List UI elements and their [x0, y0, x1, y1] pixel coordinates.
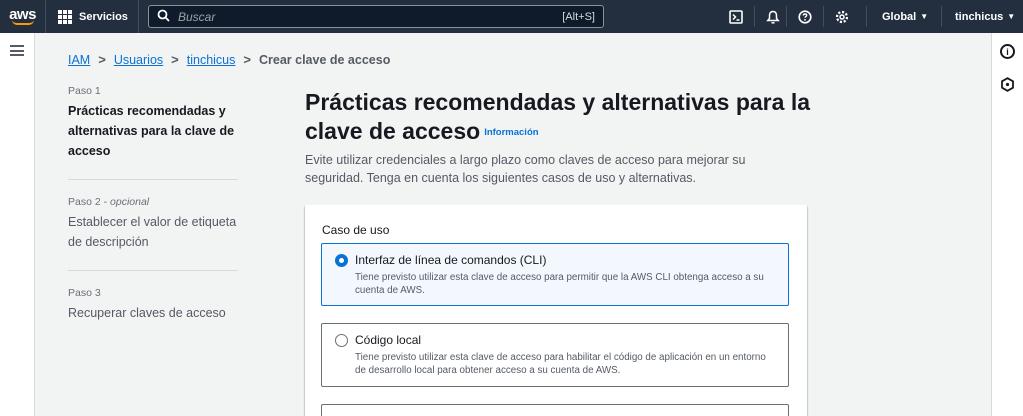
aws-logo-smile	[11, 20, 34, 25]
search-input[interactable]: Buscar [Alt+S]	[148, 5, 604, 28]
option-description: Tiene previsto utilizar esta clave de ac…	[355, 272, 764, 296]
step-title: Recuperar claves de acceso	[68, 306, 226, 320]
wizard-step-2[interactable]: Paso 2 - opcional Establecer el valor de…	[68, 196, 238, 252]
region-selector[interactable]: Global ▼	[882, 0, 928, 33]
nav-divider	[866, 6, 867, 27]
option-description: Tiene previsto utilizar esta clave de ac…	[355, 352, 766, 376]
page-description: Evite utilizar credenciales a largo plaz…	[305, 153, 746, 185]
aws-logo[interactable]: aws	[0, 0, 45, 33]
caret-down-icon: ▼	[920, 12, 929, 21]
radio-button-selected[interactable]	[335, 254, 348, 267]
caret-down-icon: ▼	[1007, 12, 1016, 21]
use-case-label: Caso de uso	[322, 223, 390, 237]
services-label: Servicios	[79, 10, 128, 23]
step-title: Prácticas recomendadas y alternativas pa…	[68, 104, 235, 158]
wizard-step-1: Paso 1 Prácticas recomendadas y alternat…	[68, 85, 238, 161]
step-optional-label: opcional	[110, 196, 150, 208]
info-panel-icon[interactable]: i	[1000, 44, 1015, 59]
use-case-option-local-code[interactable]: Código local Tiene previsto utilizar est…	[321, 323, 789, 387]
grid-icon	[58, 9, 72, 24]
search-placeholder: Buscar	[178, 9, 216, 24]
region-label: Global	[882, 10, 917, 23]
chevron-right-icon: >	[171, 52, 179, 67]
left-navigation-rail	[0, 33, 35, 416]
hexagon-icon[interactable]	[1000, 77, 1015, 92]
page-title: Prácticas recomendadas y alternativas pa…	[305, 88, 825, 147]
page-title-text: Prácticas recomendadas y alternativas pa…	[305, 89, 811, 144]
step-divider	[68, 270, 238, 271]
breadcrumb-link-users[interactable]: Usuarios	[114, 53, 163, 67]
step-label: Paso 2 - opcional	[68, 196, 150, 208]
help-icon[interactable]	[787, 0, 823, 33]
search-icon	[157, 9, 170, 25]
wizard-steps: Paso 1 Prácticas recomendadas y alternat…	[68, 85, 238, 323]
user-label: tinchicus	[955, 10, 1004, 23]
step-label: Paso 3	[68, 287, 101, 299]
breadcrumb-current: Crear clave de acceso	[258, 52, 391, 67]
nav-divider	[941, 6, 942, 27]
info-link[interactable]: Información	[484, 127, 538, 138]
radio-button[interactable]	[335, 334, 348, 347]
services-menu-button[interactable]: Servicios	[46, 0, 138, 33]
breadcrumb-link-user[interactable]: tinchicus	[187, 53, 236, 67]
breadcrumb-link-iam[interactable]: IAM	[68, 53, 90, 67]
chevron-right-icon: >	[98, 52, 106, 67]
use-case-container: Caso de uso Interfaz de línea de comando…	[305, 205, 807, 416]
chevron-right-icon: >	[243, 52, 251, 67]
step-title: Establecer el valor de etiqueta de descr…	[68, 215, 237, 249]
right-tools-rail: i	[991, 33, 1023, 416]
settings-icon[interactable]	[824, 0, 860, 33]
cloudshell-icon[interactable]	[718, 0, 754, 33]
step-label: Paso 1	[68, 85, 101, 97]
account-menu[interactable]: tinchicus ▼	[955, 0, 1015, 33]
use-case-option-cli[interactable]: Interfaz de línea de comandos (CLI) Tien…	[321, 243, 789, 306]
wizard-step-3[interactable]: Paso 3 Recuperar claves de acceso	[68, 287, 238, 323]
menu-icon[interactable]	[10, 45, 24, 56]
step-divider	[68, 179, 238, 180]
breadcrumb: IAM > Usuarios > tinchicus > Crear clave…	[68, 52, 390, 67]
nav-separator	[137, 0, 139, 33]
use-case-option-next[interactable]	[321, 404, 789, 416]
search-shortcut: [Alt+S]	[562, 10, 595, 23]
option-title: Código local	[355, 333, 422, 347]
option-title: Interfaz de línea de comandos (CLI)	[355, 253, 547, 267]
